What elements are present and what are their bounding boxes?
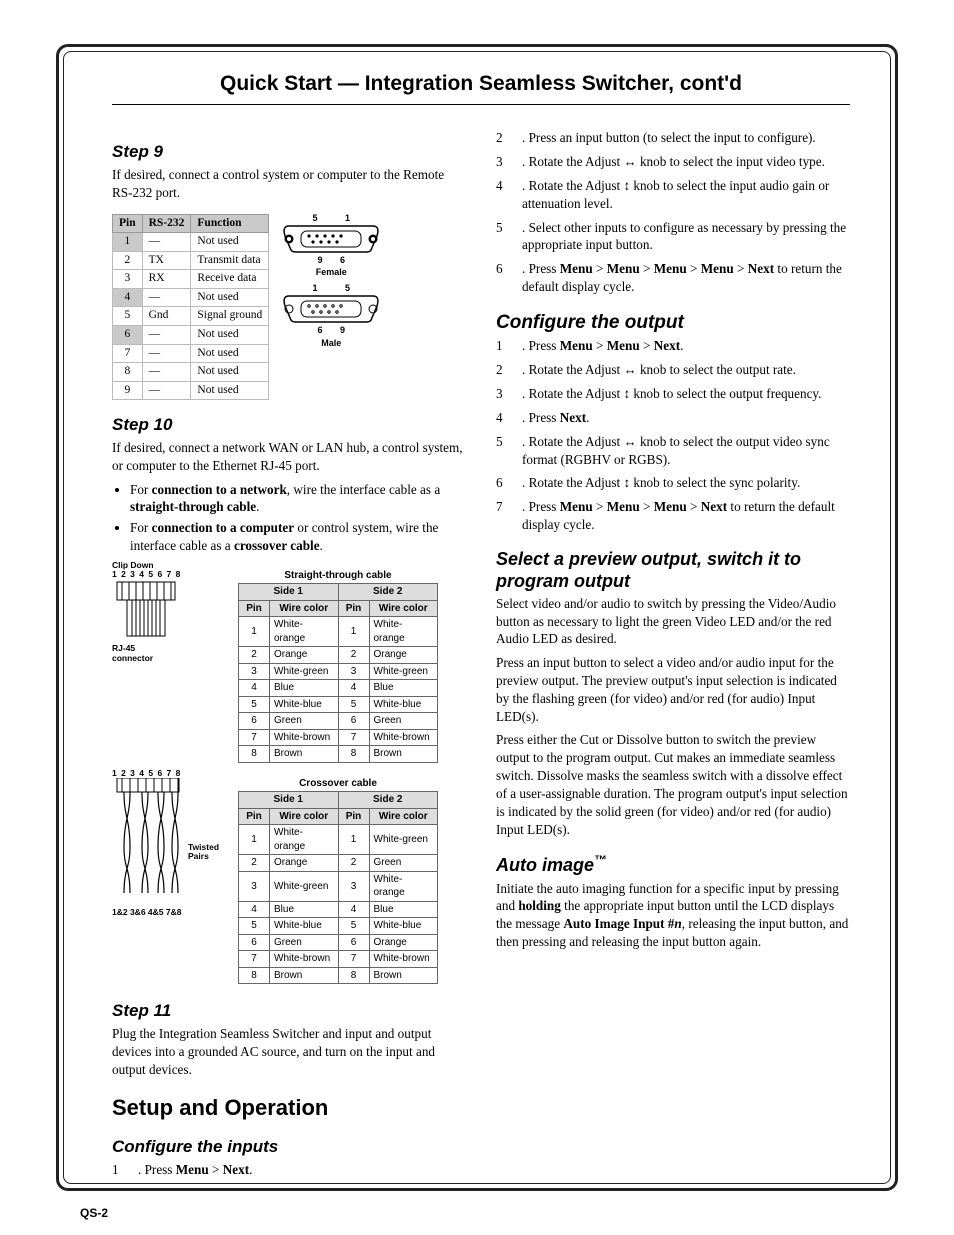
twisted-pairs-figure: 1 2 3 4 5 6 7 8 (112, 769, 232, 917)
db9-connectors-illustration: 5 1 9 6 Female 1 5 (281, 212, 381, 349)
straight-cable-title: Straight-through cable (238, 569, 438, 583)
step-11-heading: Step 11 (112, 1000, 466, 1023)
rj45-icon (112, 580, 182, 640)
horiz-adjust-icon (623, 362, 636, 377)
configure-inputs-heading: Configure the inputs (112, 1136, 466, 1159)
step-10-heading: Step 10 (112, 414, 466, 437)
step-9-heading: Step 9 (112, 141, 466, 164)
rj45-connector-figure: Clip Down 1 2 3 4 5 6 7 8 RJ-45 connecto… (112, 561, 232, 663)
preview-p2: Press an input button to select a video … (496, 654, 850, 725)
db9-female-icon (281, 224, 381, 254)
rs232-pin-table: Pin RS-232 Function 1—Not used 2TXTransm… (112, 214, 269, 400)
configure-output-heading: Configure the output (496, 310, 850, 336)
preview-heading: Select a preview output, switch it to pr… (496, 548, 850, 593)
crossover-cable-title: Crossover cable (238, 777, 438, 791)
twisted-pairs-icon (112, 778, 202, 898)
func-col-header: Function (191, 214, 269, 233)
db9-male-icon (281, 294, 381, 324)
right-column: 2. Press an input button (to select the … (496, 127, 850, 1184)
left-column: Step 9 If desired, connect a control sys… (112, 127, 466, 1184)
horiz-adjust-icon (623, 154, 636, 169)
page-outer-frame: Quick Start — Integration Seamless Switc… (56, 44, 898, 1191)
step-11-text: Plug the Integration Seamless Switcher a… (112, 1025, 466, 1078)
step-9-text: If desired, connect a control system or … (112, 166, 466, 202)
rj45-straight-row: Clip Down 1 2 3 4 5 6 7 8 RJ-45 connecto… (112, 561, 466, 765)
configure-inputs-list-cont: 2. Press an input button (to select the … (496, 129, 850, 296)
pin-col-header: Pin (113, 214, 143, 233)
rs232-col-header: RS-232 (142, 214, 191, 233)
straight-cable-table: Side 1Side 2 PinWire colorPinWire color … (238, 583, 438, 763)
page-number: QS-2 (80, 1205, 108, 1221)
page-inner-frame: Quick Start — Integration Seamless Switc… (63, 51, 891, 1184)
configure-output-list: 1. Press Menu > Menu > Next. 2. Rotate t… (496, 337, 850, 533)
configure-inputs-list-start: 1. Press Menu > Next. (112, 1161, 466, 1179)
male-label: Male (281, 337, 381, 349)
preview-p3: Press either the Cut or Dissolve button … (496, 731, 850, 838)
auto-image-text: Initiate the auto imaging function for a… (496, 880, 850, 951)
content-columns: Step 9 If desired, connect a control sys… (112, 127, 850, 1184)
setup-operation-heading: Setup and Operation (112, 1093, 466, 1123)
crossover-cable-table-wrap: Crossover cable Side 1Side 2 PinWire col… (238, 773, 438, 987)
step-10-text: If desired, connect a network WAN or LAN… (112, 439, 466, 475)
trademark-icon: ™ (594, 853, 607, 867)
female-label: Female (281, 266, 381, 278)
step-10-bullets: For connection to a network, wire the in… (130, 481, 466, 555)
step-9-figure: Pin RS-232 Function 1—Not used 2TXTransm… (112, 208, 466, 400)
crossover-cable-table: Side 1Side 2 PinWire colorPinWire color … (238, 791, 438, 984)
page-title: Quick Start — Integration Seamless Switc… (112, 70, 850, 105)
horiz-adjust-icon (623, 434, 636, 449)
preview-p1: Select video and/or audio to switch by p… (496, 595, 850, 648)
rj45-crossover-row: 1 2 3 4 5 6 7 8 (112, 769, 466, 987)
auto-image-heading: Auto image™ (496, 852, 850, 877)
straight-cable-table-wrap: Straight-through cable Side 1Side 2 PinW… (238, 565, 438, 765)
